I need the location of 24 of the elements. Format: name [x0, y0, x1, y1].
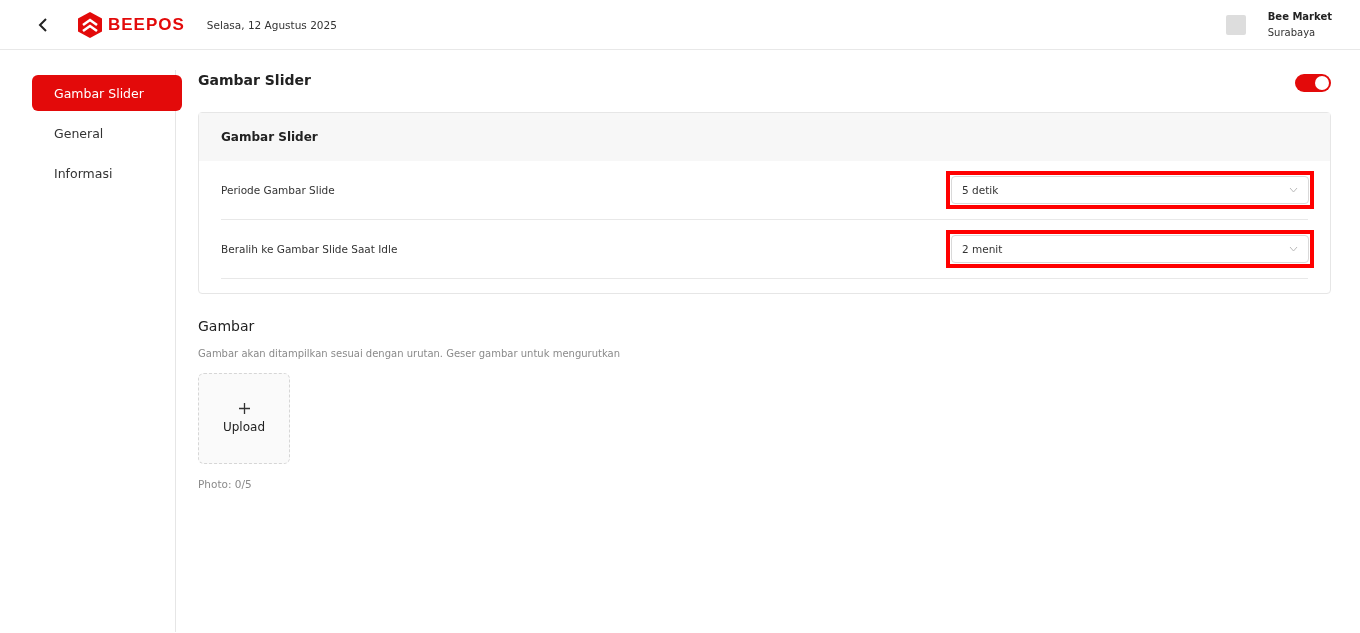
- images-hint: Gambar akan ditampilkan sesuai dengan urutan. Geser gambar untuk mengurutkan: [198, 348, 622, 359]
- images-title: Gambar: [198, 318, 256, 334]
- sidebar-item[interactable]: Gambar Slider: [32, 75, 182, 111]
- store-name: Bee Market: [1267, 11, 1332, 22]
- chevron-down-icon: [1289, 187, 1298, 193]
- toggle-switch[interactable]: [1295, 74, 1331, 92]
- logo-text: BEEPOS: [108, 14, 185, 35]
- select-field[interactable]: 2 menit: [951, 235, 1309, 263]
- store-avatar: [1225, 14, 1246, 35]
- plus-icon: [238, 403, 250, 414]
- setting-label: Beralih ke Gambar Slide Saat Idle: [221, 243, 398, 255]
- hexagon-logo-icon: [78, 11, 102, 38]
- chevron-left-icon: [38, 17, 48, 32]
- date-text: Selasa, 12 Agustus 2025: [206, 18, 337, 31]
- store-city: Surabaya: [1267, 27, 1317, 38]
- setting-label: Periode Gambar Slide: [221, 184, 335, 196]
- upload-button[interactable]: Upload: [198, 373, 290, 464]
- sidebar-item[interactable]: Informasi: [32, 155, 182, 191]
- sidebar-item[interactable]: General: [32, 115, 182, 151]
- chevron-down-icon: [1289, 246, 1298, 252]
- card-title: Gambar Slider: [199, 113, 1330, 161]
- section-title: Gambar Slider: [198, 72, 311, 88]
- photo-count: Photo: 0/5: [198, 478, 253, 490]
- select-field[interactable]: 5 detik: [951, 176, 1309, 204]
